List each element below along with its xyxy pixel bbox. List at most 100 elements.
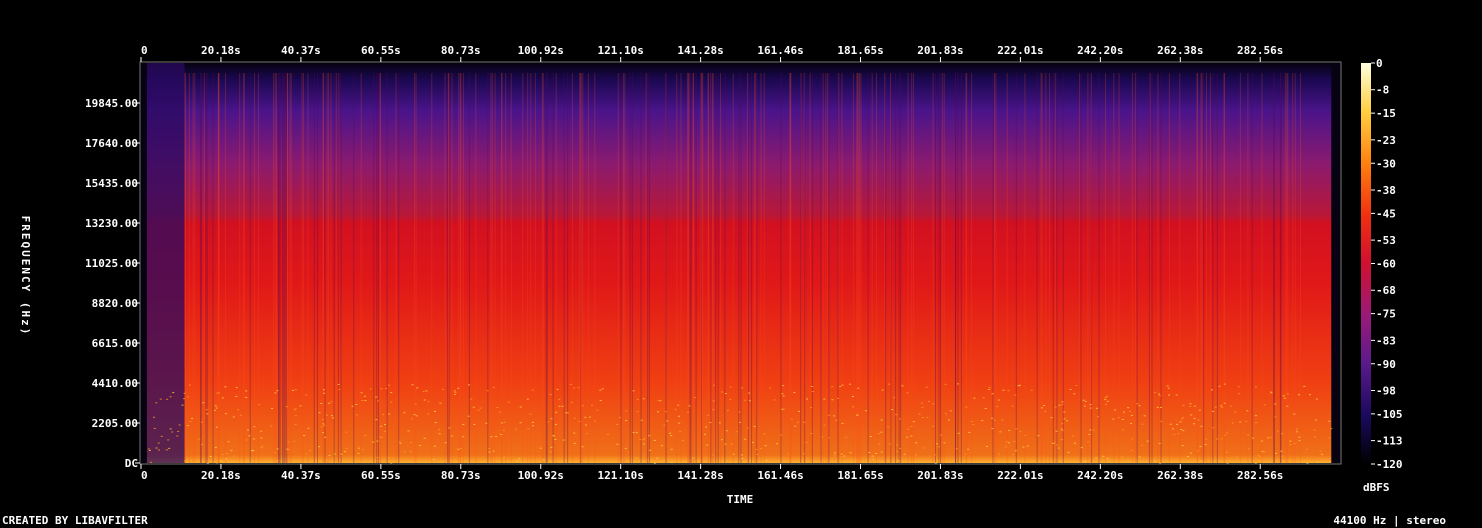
texture-streak	[692, 73, 694, 463]
texture-streak	[571, 73, 573, 463]
texture-sparkle	[518, 458, 521, 460]
texture-sparkle	[1263, 404, 1266, 406]
texture-streak	[555, 73, 557, 463]
texture-sparkle	[230, 450, 233, 452]
texture-streak	[579, 73, 581, 463]
texture-sparkle	[1061, 401, 1064, 403]
x-tick-label: 60.55s	[361, 469, 401, 482]
texture-sparkle	[649, 449, 652, 451]
colorbar	[1361, 63, 1371, 464]
texture-sparkle	[330, 415, 333, 417]
texture-sparkle	[390, 462, 393, 464]
texture-sparkle	[1084, 400, 1087, 402]
x-tick-label: 40.37s	[281, 469, 321, 482]
texture-sparkle	[209, 455, 212, 457]
texture-sparkle	[153, 427, 156, 429]
texture-sparkle	[996, 406, 999, 408]
texture-streak	[1160, 73, 1162, 463]
y-axis-label: FREQUENCY (Hz)	[19, 216, 32, 337]
texture-streak	[1216, 73, 1218, 463]
texture-sparkle	[427, 413, 430, 415]
y-axis: DC 2205.00 4410.00 6615.00 8820.00 11025.00 13…	[85, 97, 140, 470]
texture-sparkle	[1158, 393, 1161, 395]
texture-sparkle	[357, 453, 360, 455]
texture-sparkle	[415, 415, 418, 417]
texture-sparkle	[1293, 443, 1296, 445]
texture-sparkle	[1182, 404, 1185, 406]
texture-sparkle	[688, 405, 691, 407]
texture-sparkle	[503, 421, 506, 423]
texture-sparkle	[793, 391, 796, 393]
texture-sparkle	[1225, 451, 1228, 453]
texture-sparkle	[1254, 415, 1257, 417]
texture-sparkle	[245, 390, 248, 392]
texture-sparkle	[835, 420, 838, 422]
texture-sparkle	[423, 437, 426, 439]
x-tick-label: 282.56s	[1237, 469, 1283, 482]
texture-sparkle	[748, 400, 751, 402]
texture-sparkle	[382, 413, 385, 415]
texture-streak	[695, 73, 697, 463]
texture-sparkle	[1286, 405, 1289, 407]
texture-sparkle	[178, 424, 181, 426]
texture-streak	[468, 73, 470, 463]
texture-sparkle	[200, 444, 203, 446]
texture-sparkle	[286, 448, 289, 450]
texture-sparkle	[570, 401, 573, 403]
texture-sparkle	[1122, 429, 1125, 431]
texture-sparkle	[573, 387, 576, 389]
texture-sparkle	[1176, 423, 1179, 425]
texture-sparkle	[1121, 456, 1124, 458]
texture-sparkle	[531, 421, 534, 423]
texture-sparkle	[1193, 417, 1196, 419]
texture-sparkle	[632, 432, 635, 434]
texture-sparkle	[248, 435, 251, 437]
texture-sparkle	[398, 441, 401, 443]
texture-sparkle	[434, 410, 437, 412]
texture-sparkle	[1082, 399, 1085, 401]
texture-sparkle	[910, 435, 913, 437]
texture-streak	[206, 73, 208, 463]
colorbar-tick-label: -45	[1376, 207, 1396, 220]
texture-sparkle	[656, 457, 659, 459]
texture-sparkle	[1089, 407, 1092, 409]
texture-sparkle	[888, 383, 891, 385]
texture-streak	[1223, 73, 1225, 463]
texture-sparkle	[357, 447, 360, 449]
texture-sparkle	[632, 390, 635, 392]
texture-sparkle	[531, 389, 534, 391]
texture-sparkle	[216, 392, 219, 394]
texture-sparkle	[920, 402, 923, 404]
texture-sparkle	[1320, 453, 1323, 455]
texture-sparkle	[984, 407, 987, 409]
texture-streak	[732, 73, 734, 463]
texture-streak	[1200, 73, 1202, 463]
texture-sparkle	[823, 424, 826, 426]
texture-sparkle	[1073, 442, 1076, 444]
texture-streak	[1006, 73, 1008, 463]
texture-sparkle	[183, 392, 186, 394]
texture-sparkle	[1030, 389, 1033, 391]
texture-sparkle	[1316, 461, 1319, 463]
texture-sparkle	[586, 432, 589, 434]
texture-streak	[780, 73, 782, 463]
texture-sparkle	[473, 423, 476, 425]
texture-sparkle	[1177, 433, 1180, 435]
texture-sparkle	[991, 393, 994, 395]
texture-sparkle	[1199, 446, 1202, 448]
y-tick-label: 11025.00	[85, 257, 138, 270]
texture-sparkle	[500, 422, 503, 424]
texture-sparkle	[413, 414, 416, 416]
texture-sparkle	[1246, 410, 1249, 412]
texture-streak	[328, 73, 330, 463]
texture-sparkle	[171, 431, 174, 433]
texture-sparkle	[585, 424, 588, 426]
texture-streak	[302, 73, 304, 463]
texture-streak	[284, 73, 286, 463]
texture-sparkle	[729, 386, 732, 388]
y-tick-label: 8820.00	[92, 297, 138, 310]
texture-sparkle	[494, 436, 497, 438]
texture-sparkle	[1159, 406, 1162, 408]
texture-sparkle	[1089, 404, 1092, 406]
texture-streak	[747, 73, 749, 463]
